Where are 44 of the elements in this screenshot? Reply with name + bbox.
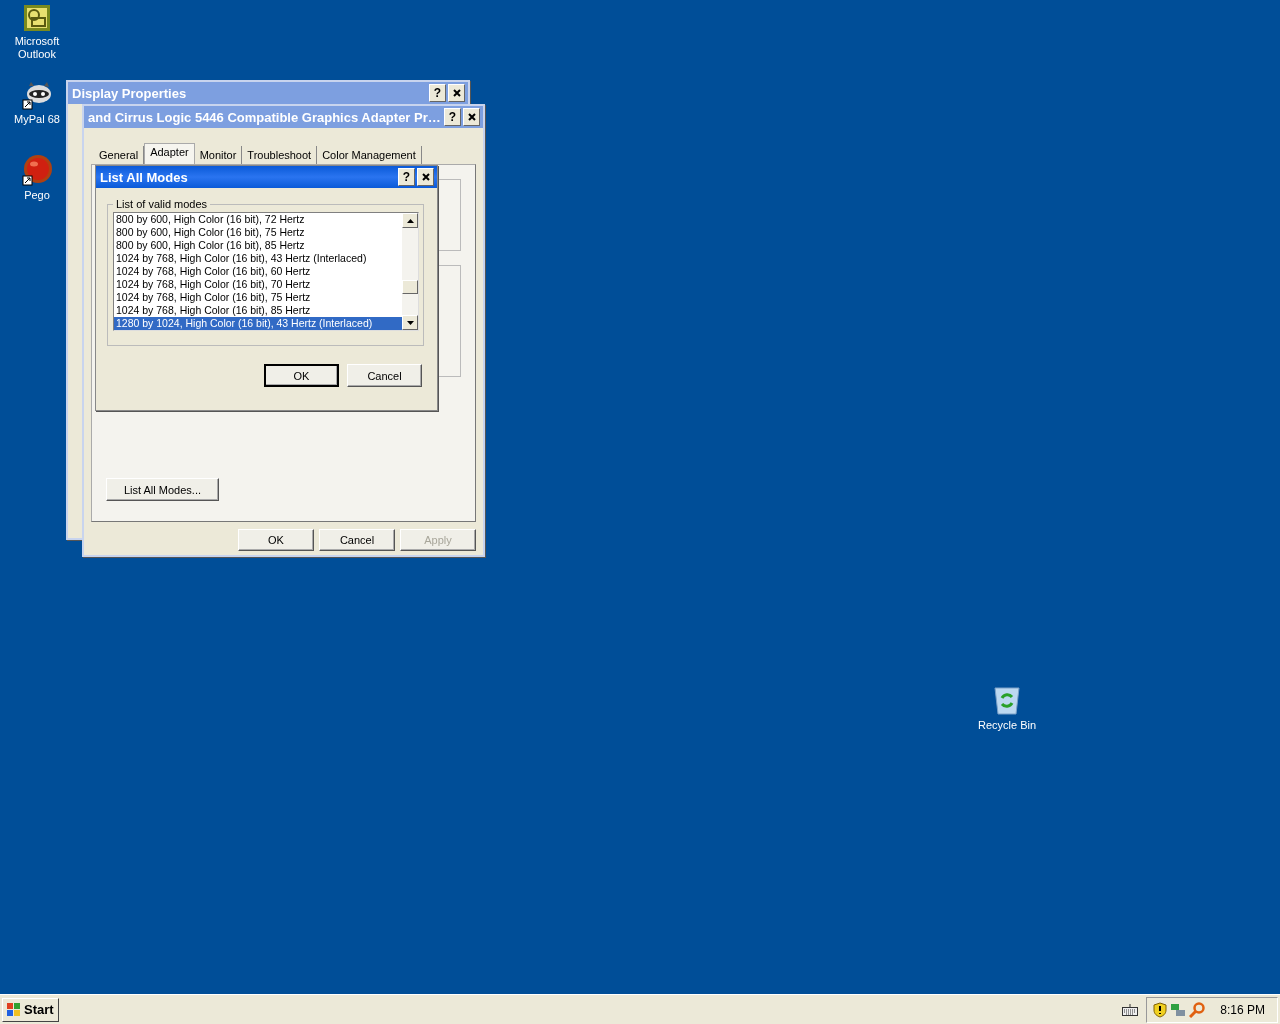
mode-list-item[interactable]: 1024 by 768, High Color (16 bit), 43 Hertz (Interlaced) xyxy=(114,252,402,265)
mode-list-item[interactable]: 1280 by 1024, High Color (16 bit), 43 Hertz (Interlaced) xyxy=(114,317,402,330)
desktop-icon-label[interactable]: Recycle Bin xyxy=(977,719,1037,732)
close-icon xyxy=(421,173,430,181)
up-arrow-icon xyxy=(406,218,414,223)
group-label: List of valid modes xyxy=(115,198,209,210)
mode-list-item[interactable]: 800 by 600, High Color (16 bit), 75 Hertz xyxy=(114,226,402,239)
dialog-title: List All Modes xyxy=(100,169,189,185)
mode-list-item[interactable]: 1024 by 768, High Color (16 bit), 70 Hertz xyxy=(114,278,402,291)
keyboard-icon[interactable] xyxy=(1122,1003,1139,1016)
desktop-icon-label[interactable]: Microsoft Outlook xyxy=(6,35,68,61)
dialog-button[interactable]: OK xyxy=(238,529,314,551)
dialog-button[interactable]: OK xyxy=(264,364,339,387)
close-button[interactable] xyxy=(417,168,434,186)
mode-list-item[interactable]: 1024 by 768, High Color (16 bit), 75 Hertz xyxy=(114,291,402,304)
close-icon xyxy=(452,89,461,97)
recycle-bin-icon[interactable] xyxy=(991,684,1023,716)
window-title: Display Properties xyxy=(72,85,188,101)
close-icon xyxy=(467,113,476,121)
raccoon-icon[interactable] xyxy=(21,80,53,110)
scrollbar[interactable] xyxy=(402,213,418,330)
windows-flag-icon xyxy=(7,1002,21,1017)
magnifier-icon[interactable] xyxy=(1189,1001,1206,1018)
window-title: and Cirrus Logic 5446 Compatible Graphics Adapter Pr… xyxy=(88,109,442,125)
shield-icon[interactable] xyxy=(1153,1001,1168,1018)
scroll-thumb[interactable] xyxy=(402,280,418,294)
mode-list-item[interactable]: 1024 by 768, High Color (16 bit), 85 Hertz xyxy=(114,304,402,317)
scroll-up-button[interactable] xyxy=(402,213,418,228)
calendar-envelope-icon[interactable] xyxy=(23,4,51,32)
clock: 8:16 PM xyxy=(1220,1002,1265,1017)
tab[interactable]: Adapter xyxy=(144,143,195,164)
list-all-modes-button[interactable]: List All Modes... xyxy=(106,478,219,501)
help-button[interactable]: ? xyxy=(398,168,415,186)
desktop-icon-label[interactable]: Pego xyxy=(24,189,50,202)
dialog-button[interactable]: Cancel xyxy=(319,529,395,551)
mode-list-item[interactable]: 1024 by 768, High Color (16 bit), 60 Hertz xyxy=(114,265,402,278)
desktop-icon-label[interactable]: MyPal 68 xyxy=(14,113,60,126)
mode-list-item[interactable]: 800 by 600, High Color (16 bit), 72 Hertz xyxy=(114,213,402,226)
start-button[interactable]: Start xyxy=(2,997,59,1022)
mode-list-item[interactable]: 800 by 600, High Color (16 bit), 85 Hertz xyxy=(114,239,402,252)
down-arrow-icon xyxy=(406,320,414,325)
ball-icon[interactable] xyxy=(21,154,53,186)
dialog-button[interactable]: Cancel xyxy=(347,364,422,387)
scroll-down-button[interactable] xyxy=(402,315,418,330)
